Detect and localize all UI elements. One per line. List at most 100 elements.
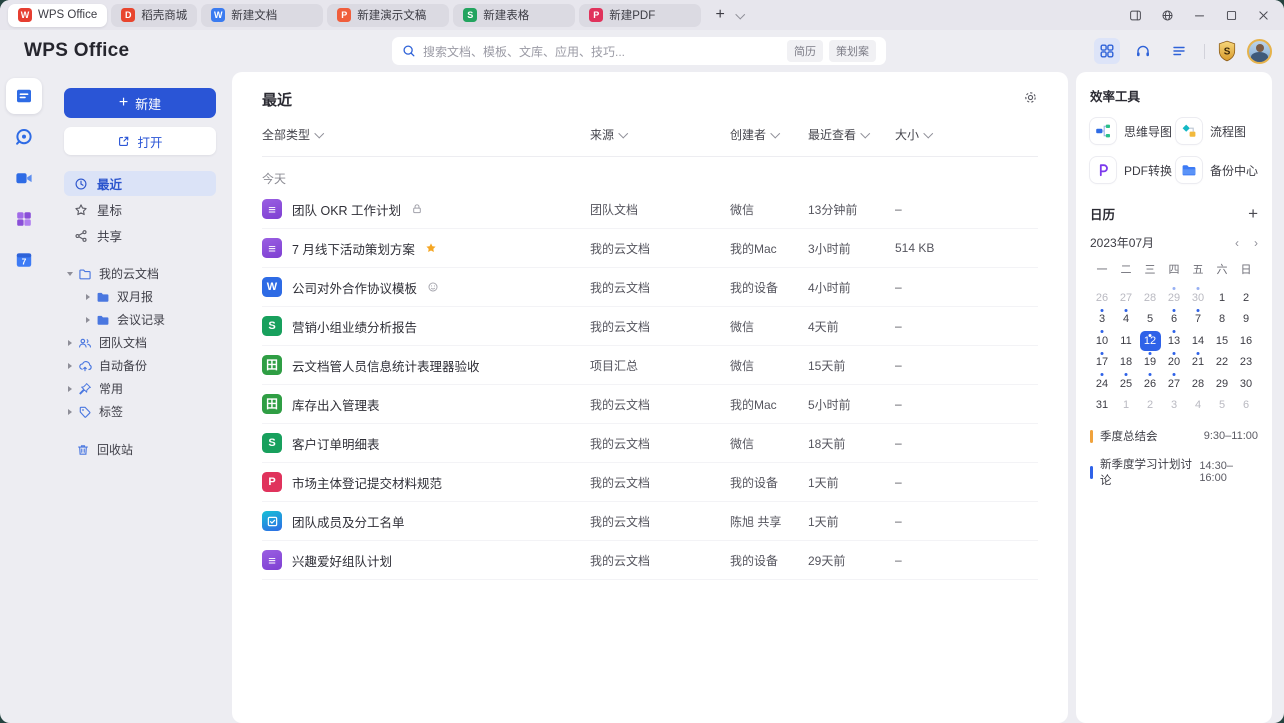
sidebar-tree-item[interactable]: 标签 bbox=[64, 400, 216, 423]
minimize-icon[interactable] bbox=[1193, 9, 1206, 22]
file-row[interactable]: S 营销小组业绩分析报告 我的云文档 微信 4天前 – bbox=[262, 307, 1038, 346]
file-row[interactable]: ≡ 兴趣爱好组队计划 我的云文档 我的设备 29天前 – bbox=[262, 541, 1038, 580]
calendar-event[interactable]: 新季度学习计划讨论 14:30–16:00 bbox=[1090, 456, 1258, 488]
calendar-day[interactable]: 26 bbox=[1138, 373, 1162, 395]
next-month-button[interactable]: › bbox=[1254, 236, 1258, 250]
file-row[interactable]: P 市场主体登记提交材料规范 我的云文档 我的设备 1天前 – bbox=[262, 463, 1038, 502]
document-tab[interactable]: P 新建演示文稿 bbox=[327, 3, 450, 27]
sidebar-tree-item[interactable]: 我的云文档 bbox=[64, 262, 216, 285]
sidebar-item-share[interactable]: 共享 bbox=[64, 223, 216, 248]
apps-grid-icon[interactable] bbox=[1094, 38, 1120, 64]
calendar-event[interactable]: 季度总结会 9:30–11:00 bbox=[1090, 428, 1258, 444]
calendar-day[interactable]: 4 bbox=[1186, 395, 1210, 417]
rail-apps-icon[interactable] bbox=[6, 201, 42, 237]
calendar-day[interactable]: 8 bbox=[1210, 309, 1234, 331]
calendar-day[interactable]: 30 bbox=[1186, 287, 1210, 309]
calendar-day[interactable]: 9 bbox=[1234, 309, 1258, 331]
expand-caret[interactable] bbox=[64, 408, 76, 415]
expand-caret[interactable] bbox=[82, 293, 94, 300]
file-row[interactable]: 田 云文档管人员信息统计表理器验收 项目汇总 微信 15天前 – bbox=[262, 346, 1038, 385]
document-tab[interactable]: D 稻壳商城 bbox=[111, 3, 198, 27]
sidebar-item-clock[interactable]: 最近 bbox=[64, 171, 216, 196]
gear-icon[interactable] bbox=[1023, 90, 1038, 110]
rail-calendar-icon[interactable]: 7 bbox=[6, 242, 42, 278]
filter-dropdown[interactable]: 全部类型 bbox=[262, 126, 590, 143]
calendar-day[interactable]: 2 bbox=[1138, 395, 1162, 417]
calendar-day[interactable]: 7 bbox=[1186, 309, 1210, 331]
tool-pdfconv[interactable]: PDF转换 bbox=[1090, 157, 1172, 183]
calendar-day[interactable]: 10 bbox=[1090, 330, 1114, 352]
calendar-day[interactable]: 30 bbox=[1234, 373, 1258, 395]
calendar-day[interactable]: 22 bbox=[1210, 352, 1234, 374]
calendar-day[interactable]: 6 bbox=[1234, 395, 1258, 417]
calendar-day[interactable]: 11 bbox=[1114, 330, 1138, 352]
calendar-day[interactable]: 29 bbox=[1210, 373, 1234, 395]
open-file-button[interactable]: 打开 bbox=[64, 127, 216, 155]
new-tab-button[interactable]: + bbox=[709, 4, 731, 26]
sidebar-tree-item[interactable]: 自动备份 bbox=[64, 354, 216, 377]
calendar-day[interactable]: 25 bbox=[1114, 373, 1138, 395]
calendar-day[interactable]: 21 bbox=[1186, 352, 1210, 374]
filter-dropdown[interactable]: 大小 bbox=[895, 126, 1038, 143]
avatar[interactable] bbox=[1247, 38, 1272, 64]
calendar-day[interactable]: 2 bbox=[1234, 287, 1258, 309]
file-row[interactable]: ≡ 团队 OKR 工作计划 团队文档 微信 13分钟前 – bbox=[262, 190, 1038, 229]
document-tab[interactable]: W 新建文档 bbox=[201, 3, 324, 27]
expand-caret[interactable] bbox=[82, 316, 94, 323]
calendar-day[interactable]: 15 bbox=[1210, 330, 1234, 352]
file-row[interactable]: ≡ 7 月线下活动策划方案 我的云文档 我的Mac 3小时前 514 KB bbox=[262, 229, 1038, 268]
tool-flow[interactable]: 流程图 bbox=[1176, 118, 1258, 144]
document-tab[interactable]: W WPS Office bbox=[8, 3, 108, 27]
calendar-day[interactable]: 3 bbox=[1162, 395, 1186, 417]
calendar-day[interactable]: 14 bbox=[1186, 330, 1210, 352]
calendar-day[interactable]: 26 bbox=[1090, 287, 1114, 309]
calendar-day[interactable]: 24 bbox=[1090, 373, 1114, 395]
file-row[interactable]: 田 库存出入管理表 我的云文档 我的Mac 5小时前 – bbox=[262, 385, 1038, 424]
calendar-day[interactable]: 1 bbox=[1114, 395, 1138, 417]
calendar-day[interactable]: 16 bbox=[1234, 330, 1258, 352]
filter-dropdown[interactable]: 最近查看 bbox=[808, 126, 895, 143]
filter-dropdown[interactable]: 来源 bbox=[590, 126, 730, 143]
calendar-day[interactable]: 3 bbox=[1090, 309, 1114, 331]
sidebar-tree-item[interactable]: 团队文档 bbox=[64, 331, 216, 354]
calendar-day[interactable]: 17 bbox=[1090, 352, 1114, 374]
document-tab[interactable]: S 新建表格 bbox=[453, 3, 576, 27]
calendar-day[interactable]: 28 bbox=[1186, 373, 1210, 395]
rail-meeting-icon[interactable] bbox=[6, 160, 42, 196]
sidebar-item-trash[interactable]: 回收站 bbox=[64, 438, 216, 461]
maximize-icon[interactable] bbox=[1225, 9, 1238, 22]
file-row[interactable]: W 公司对外合作协议模板 我的云文档 我的设备 4小时前 – bbox=[262, 268, 1038, 307]
document-tab[interactable]: P 新建PDF bbox=[579, 3, 702, 27]
calendar-day[interactable]: 20 bbox=[1162, 352, 1186, 374]
calendar-day[interactable]: 1 bbox=[1210, 287, 1234, 309]
calendar-day[interactable]: 12 bbox=[1138, 330, 1162, 352]
calendar-day[interactable]: 23 bbox=[1234, 352, 1258, 374]
calendar-day[interactable]: 6 bbox=[1162, 309, 1186, 331]
tool-mindmap[interactable]: 思维导图 bbox=[1090, 118, 1172, 144]
calendar-day[interactable]: 5 bbox=[1210, 395, 1234, 417]
close-icon[interactable] bbox=[1257, 9, 1270, 22]
calendar-day[interactable]: 19 bbox=[1138, 352, 1162, 374]
calendar-day[interactable]: 27 bbox=[1162, 373, 1186, 395]
file-row[interactable]: S 客户订单明细表 我的云文档 微信 18天前 – bbox=[262, 424, 1038, 463]
sidebar-tree-item[interactable]: 会议记录 bbox=[64, 308, 216, 331]
search-suggestion-tag[interactable]: 策划案 bbox=[829, 40, 876, 62]
rail-documents-icon[interactable] bbox=[6, 78, 42, 114]
new-document-button[interactable]: + 新建 bbox=[64, 88, 216, 118]
globe-icon[interactable] bbox=[1161, 9, 1174, 22]
calendar-day[interactable]: 13 bbox=[1162, 330, 1186, 352]
filter-dropdown[interactable]: 创建者 bbox=[730, 126, 808, 143]
headset-icon[interactable] bbox=[1130, 38, 1156, 64]
file-row[interactable]: 团队成员及分工名单 我的云文档 陈旭 共享 1天前 – bbox=[262, 502, 1038, 541]
tool-backup[interactable]: 备份中心 bbox=[1176, 157, 1258, 183]
calendar-day[interactable]: 4 bbox=[1114, 309, 1138, 331]
rail-messages-icon[interactable] bbox=[6, 119, 42, 155]
search-bar[interactable]: 搜索文档、模板、文库、应用、技巧... 简历 策划案 bbox=[392, 37, 886, 65]
prev-month-button[interactable]: ‹ bbox=[1235, 236, 1239, 250]
calendar-day[interactable]: 31 bbox=[1090, 395, 1114, 417]
sidebar-tree-item[interactable]: 双月报 bbox=[64, 285, 216, 308]
search-suggestion-tag[interactable]: 简历 bbox=[787, 40, 823, 62]
sidebar-item-star-o[interactable]: 星标 bbox=[64, 197, 216, 222]
vip-shield-badge[interactable]: S bbox=[1217, 40, 1237, 62]
calendar-day[interactable]: 5 bbox=[1138, 309, 1162, 331]
